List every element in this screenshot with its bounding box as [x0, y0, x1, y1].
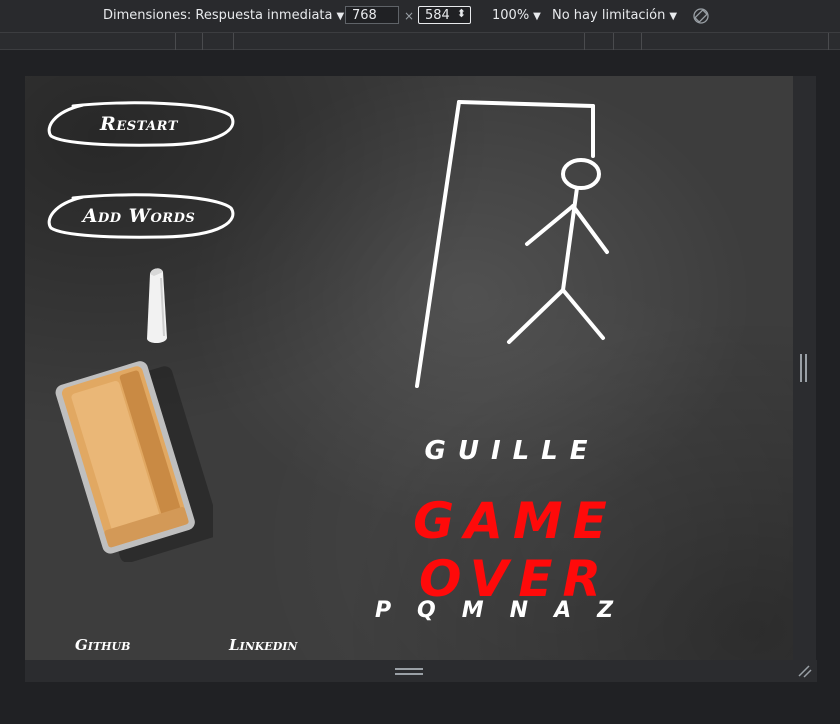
add-words-label: Add Words — [82, 205, 196, 227]
rotate-button[interactable] — [692, 7, 710, 29]
figure-right-arm — [571, 204, 609, 254]
drag-handle-icon — [800, 354, 807, 382]
media-query-ruler — [0, 32, 840, 50]
add-words-button[interactable]: Add Words — [43, 190, 235, 242]
bottom-resize-handle[interactable] — [25, 660, 817, 682]
zoom-label: 100% — [492, 8, 530, 23]
rotate-icon — [693, 8, 709, 24]
figure-left-leg — [507, 288, 565, 344]
restart-button[interactable]: Restart — [43, 98, 235, 150]
wrong-letters: PQMNAZ — [374, 598, 640, 623]
dimensions-label: Dimensiones: Respuesta inmediata — [103, 8, 333, 23]
gallows-post — [415, 100, 461, 388]
chalk-stick-image — [147, 268, 167, 344]
figure-left-arm — [525, 204, 575, 246]
github-link[interactable]: Github — [75, 636, 130, 654]
spinner-icon: ⬍ — [456, 7, 466, 20]
gallows-beam — [457, 100, 595, 108]
dimensions-dropdown[interactable]: Dimensiones: Respuesta inmediata ▼ — [103, 8, 344, 23]
throttle-dropdown[interactable]: No hay limitación ▼ — [552, 8, 677, 23]
figure-right-leg — [561, 288, 605, 340]
zoom-dropdown[interactable]: 100% ▼ — [492, 8, 541, 23]
eraser-image — [55, 361, 213, 562]
linkedin-link[interactable]: Linkedin — [229, 636, 297, 654]
restart-label: Restart — [100, 113, 178, 135]
chevron-down-icon: ▼ — [336, 11, 345, 22]
chevron-down-icon: ▼ — [533, 11, 541, 22]
hangman-drawing — [415, 100, 609, 388]
drag-handle-icon — [395, 665, 812, 678]
chalkboard-viewport: Restart Add Words GUILLE GAME OVER PQMNA… — [25, 76, 793, 660]
device-toolbar: Dimensiones: Respuesta inmediata ▼ 768 × … — [0, 0, 840, 32]
width-input[interactable]: 768 — [345, 6, 399, 24]
chevron-down-icon: ▼ — [669, 11, 678, 22]
throttle-label: No hay limitación — [552, 8, 666, 23]
right-resize-handle[interactable] — [792, 76, 816, 660]
times-sign: × — [404, 9, 415, 23]
figure-head — [561, 158, 601, 190]
game-over-message: GAME OVER — [413, 492, 617, 608]
figure-body — [561, 186, 579, 292]
height-input[interactable]: 584 ⬍ — [418, 6, 471, 24]
height-value: 584 — [425, 8, 450, 23]
revealed-word: GUILLE — [424, 436, 600, 466]
